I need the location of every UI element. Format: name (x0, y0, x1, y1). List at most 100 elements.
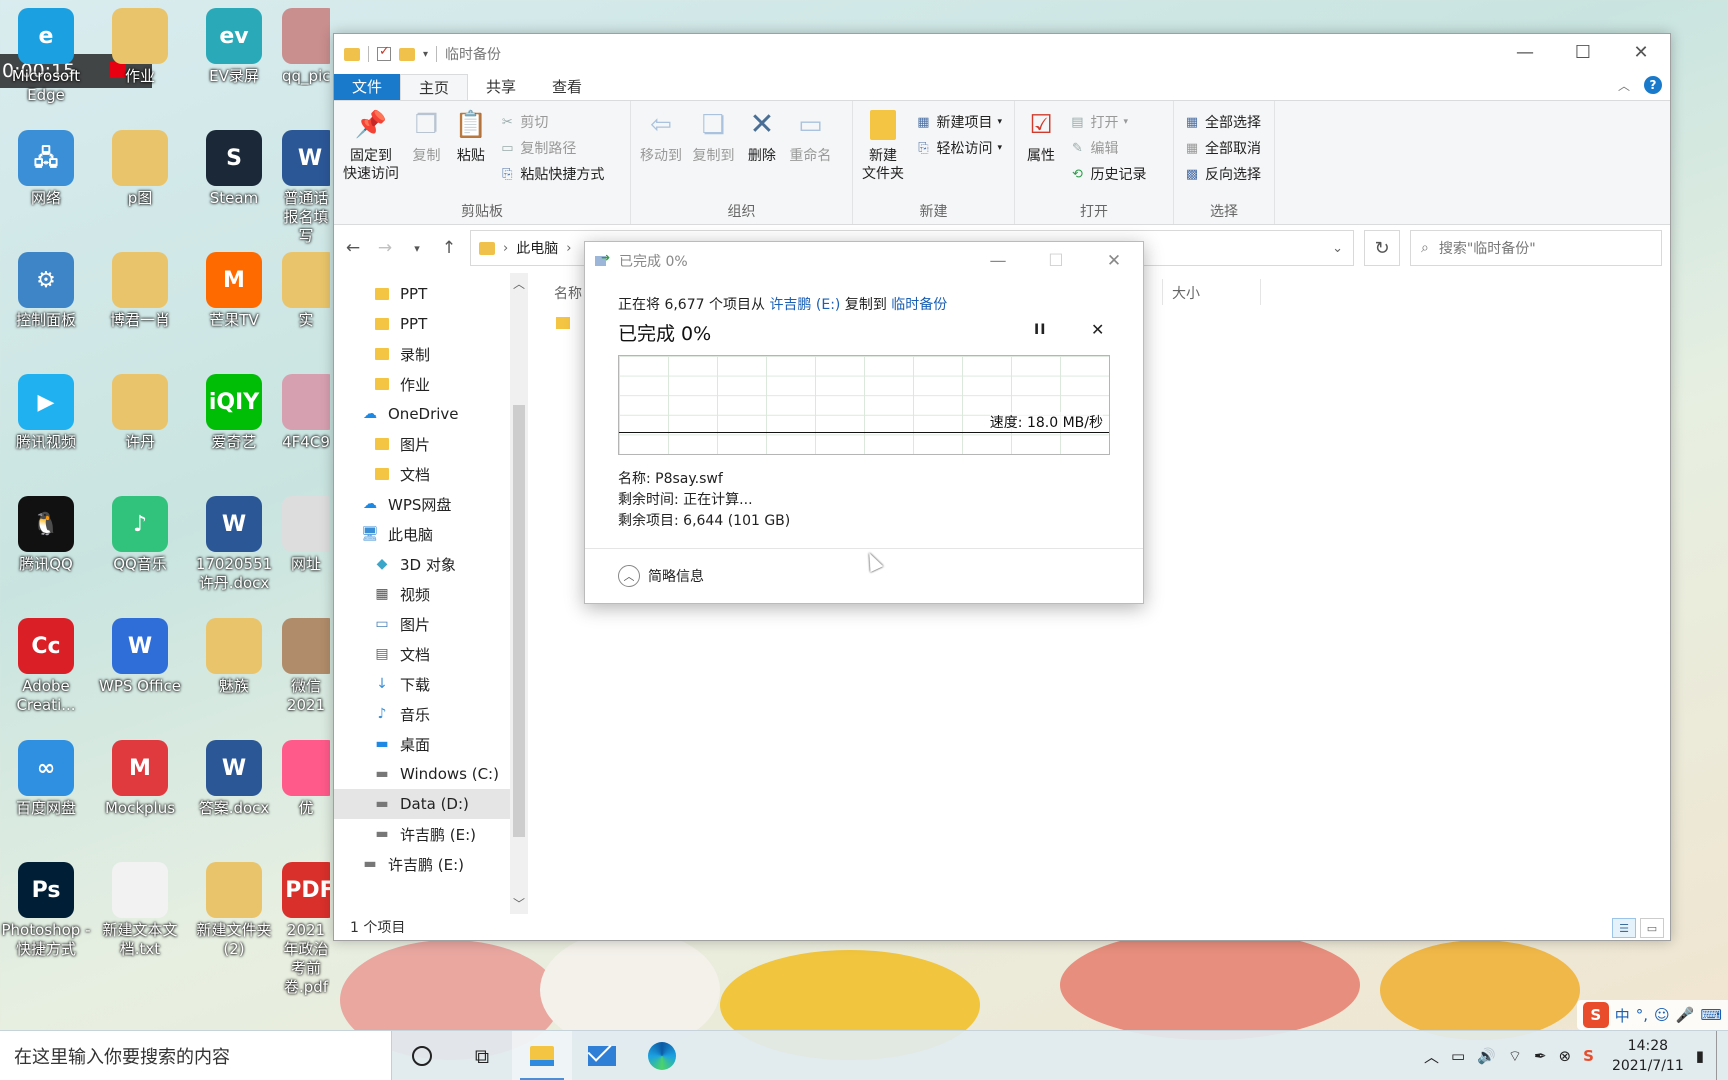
nav-item[interactable]: ▤ 文档 (334, 639, 510, 669)
tab-home[interactable]: 主页 (400, 74, 469, 100)
nav-item[interactable]: 文档 (334, 459, 510, 489)
battery-icon[interactable]: ▭ (1451, 1047, 1465, 1065)
paste-button[interactable]: 📋 粘贴 (454, 107, 488, 165)
desktop-icon[interactable]: S Steam (188, 130, 280, 208)
voice-input-icon[interactable]: 🎤 (1676, 1006, 1695, 1024)
column-header-size[interactable]: 大小 (1172, 283, 1200, 303)
desktop-icon[interactable]: iQIY 爱奇艺 (188, 374, 280, 452)
select-none-button[interactable]: ▦ 全部取消 (1184, 137, 1261, 159)
tab-file[interactable]: 文件 (334, 74, 401, 100)
nav-item[interactable]: 图片 (334, 429, 510, 459)
details-view-icon[interactable]: ☰ (1612, 918, 1636, 938)
scroll-down-icon[interactable]: ﹀ (510, 895, 528, 912)
properties-checkbox-icon[interactable] (377, 44, 391, 61)
desktop-icon[interactable]: 新建文件夹 (2) (188, 862, 280, 959)
desktop-icon[interactable]: ev EV录屏 (188, 8, 280, 86)
desktop-icon[interactable]: 🐧 腾讯QQ (0, 496, 92, 574)
tab-view[interactable]: 查看 (534, 74, 600, 100)
nav-item[interactable]: ▭ 图片 (334, 609, 510, 639)
maximize-button[interactable]: ☐ (1554, 34, 1612, 70)
punctuation-icon[interactable]: °, (1636, 1006, 1648, 1024)
desktop-icon[interactable]: Ps Photoshop - 快捷方式 (0, 862, 92, 959)
nav-item[interactable]: ◆ 3D 对象 (334, 549, 510, 579)
collapse-ribbon-icon[interactable]: ︿ (1618, 77, 1630, 94)
scrollbar-thumb[interactable] (513, 405, 525, 837)
file-row-folder-icon[interactable] (556, 317, 570, 329)
delete-button[interactable]: ✕ 删除 (745, 107, 779, 165)
desktop-icon[interactable]: p图 (94, 130, 186, 208)
nav-item[interactable]: ▬ 许吉鹏 (E:) (334, 849, 510, 879)
edit-button[interactable]: ✎ 编辑 (1069, 137, 1146, 159)
minimize-button[interactable]: — (1496, 34, 1554, 70)
invert-selection-button[interactable]: ▩ 反向选择 (1184, 163, 1261, 185)
customize-toolbar-icon[interactable]: ▾ (423, 49, 428, 60)
nav-scrollbar[interactable]: ︿ ﹀ (510, 273, 528, 914)
nav-item[interactable]: 🖥 此电脑 (334, 519, 510, 549)
paste-shortcut-button[interactable]: ⎘ 粘贴快捷方式 (499, 163, 604, 185)
tab-share[interactable]: 共享 (468, 74, 534, 100)
desktop-icon[interactable]: ∞ 百度网盘 (0, 740, 92, 818)
show-desktop-button[interactable] (1716, 1031, 1720, 1080)
sogou-tray-icon[interactable]: S (1583, 1047, 1594, 1065)
sogou-ime-icon[interactable]: S (1582, 1002, 1609, 1028)
task-view-button[interactable]: ⧉ (452, 1031, 512, 1080)
emoji-icon[interactable]: ☺ (1654, 1006, 1670, 1024)
history-button[interactable]: ⟲ 历史记录 (1069, 163, 1146, 185)
select-all-button[interactable]: ▦ 全部选择 (1184, 111, 1261, 133)
keyboard-icon[interactable]: ⌨ (1700, 1006, 1722, 1024)
dialog-close-button[interactable]: ✕ (1085, 242, 1143, 280)
copy-button[interactable]: ❐ 复制 (409, 107, 443, 165)
search-input[interactable]: ⌕ 搜索"临时备份" (1410, 230, 1662, 266)
properties-button[interactable]: ☑ 属性 (1024, 107, 1058, 165)
column-header-name[interactable]: 名称 (554, 283, 582, 303)
desktop-icon[interactable]: W 17020551 许丹.docx (188, 496, 280, 593)
desktop-icon[interactable]: 微信 2021 (282, 618, 330, 715)
desktop-icon[interactable]: 博君一肖 (94, 252, 186, 330)
nav-item[interactable]: ▦ 视频 (334, 579, 510, 609)
pause-button[interactable]: II (1034, 322, 1046, 338)
pin-quick-access-button[interactable]: 📌 固定到 快速访问 (343, 107, 399, 183)
nav-item[interactable]: ☁ OneDrive (334, 399, 510, 429)
desktop-icon[interactable]: W WPS Office (94, 618, 186, 696)
desktop-icon[interactable]: M Mockplus (94, 740, 186, 818)
clock[interactable]: 14:28 2021/7/11 (1612, 1036, 1684, 1076)
desktop-icon[interactable]: 优 (282, 740, 330, 818)
close-circle-icon[interactable]: ⊗ (1559, 1047, 1572, 1065)
up-arrow-icon[interactable]: ↑ (438, 238, 460, 258)
desktop-icon[interactable]: 新建文本文档.txt (94, 862, 186, 959)
rename-button[interactable]: ▭ 重命名 (789, 107, 831, 165)
dialog-title-bar[interactable]: 已完成 0% — ☐ ✕ (585, 242, 1143, 280)
volume-icon[interactable]: 🔊 (1477, 1047, 1496, 1065)
desktop-icon[interactable]: W 普通话报名填写 (282, 130, 330, 246)
nav-item[interactable]: ↓ 下载 (334, 669, 510, 699)
desktop-icon[interactable]: W 答案.docx (188, 740, 280, 818)
desktop-icon[interactable]: qq_pic (282, 8, 330, 86)
destination-link[interactable]: 临时备份 (891, 297, 947, 313)
cancel-button[interactable]: ✕ (1091, 320, 1104, 339)
close-button[interactable]: ✕ (1612, 34, 1670, 70)
desktop-icon[interactable]: PDF 2021年政治 考前卷.pdf (282, 862, 330, 997)
cut-button[interactable]: ✂ 剪切 (499, 111, 604, 133)
copy-path-button[interactable]: ▭ 复制路径 (499, 137, 604, 159)
refresh-button[interactable]: ↻ (1364, 230, 1400, 266)
wifi-icon[interactable]: ⌔ (1508, 1047, 1522, 1066)
desktop-icon[interactable]: ⚙ 控制面板 (0, 252, 92, 330)
nav-item[interactable]: ▬ 桌面 (334, 729, 510, 759)
desktop-icon[interactable]: Cc Adobe Creati... (0, 618, 92, 715)
title-bar[interactable]: ▾ 临时备份 — ☐ ✕ (334, 34, 1670, 74)
nav-item[interactable]: PPT (334, 309, 510, 339)
nav-item[interactable]: PPT (334, 279, 510, 309)
nav-item[interactable]: ▬ Data (D:) (334, 789, 510, 819)
source-link[interactable]: 许吉鹏 (E:) (769, 297, 840, 313)
desktop-icon[interactable]: 4F4C9 (282, 374, 330, 452)
large-icons-view-icon[interactable]: ▭ (1640, 918, 1664, 938)
desktop-icon[interactable]: 许丹 (94, 374, 186, 452)
nav-item[interactable]: ▬ Windows (C:) (334, 759, 510, 789)
pen-icon[interactable]: ✒ (1534, 1047, 1547, 1065)
taskbar-search-input[interactable]: 在这里输入你要搜索的内容 (0, 1030, 392, 1080)
nav-item[interactable]: 录制 (334, 339, 510, 369)
copy-to-button[interactable]: ❏ 复制到 (692, 107, 734, 165)
scroll-up-icon[interactable]: ︿ (510, 275, 528, 292)
notification-icon[interactable]: ▮ (1696, 1047, 1704, 1065)
desktop-icon[interactable]: 作业 (94, 8, 186, 86)
